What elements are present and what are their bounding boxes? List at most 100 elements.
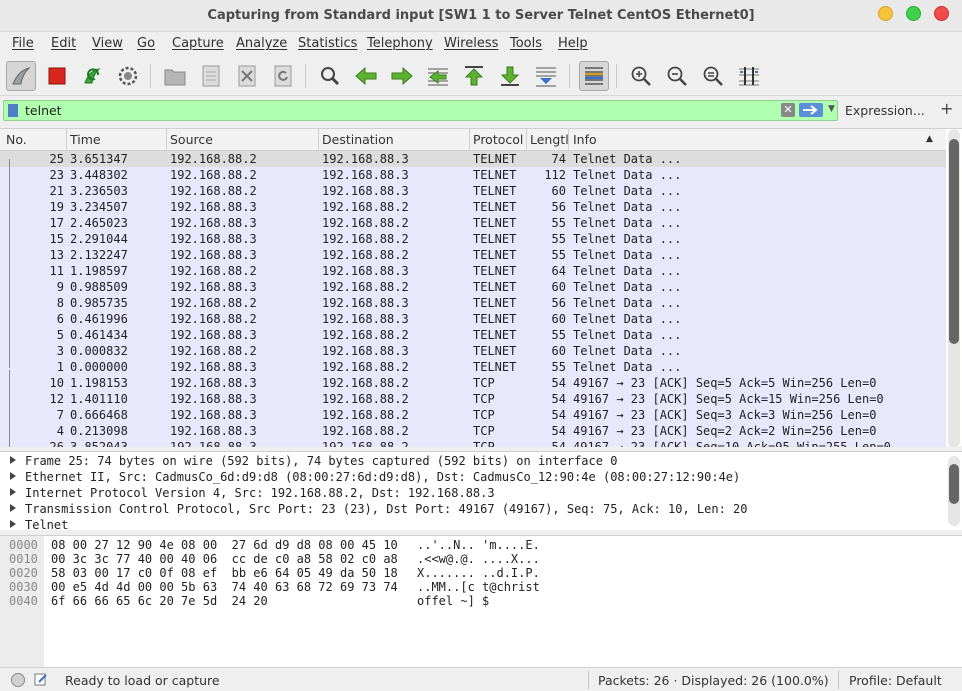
shark-fin-start-icon[interactable] bbox=[6, 61, 36, 91]
packet-row[interactable]: 23 3.448302 192.168.88.2 192.168.88.3 TELNET… bbox=[0, 167, 946, 183]
packet-row[interactable]: 12 1.401110 192.168.88.3 192.168.88.2 TCP 54 4… bbox=[0, 391, 946, 407]
profile-label[interactable]: Profile: Default bbox=[849, 673, 942, 688]
cell-time: 3.448302 bbox=[70, 168, 128, 182]
stop-capture-icon[interactable] bbox=[42, 61, 72, 91]
packet-list-scrollbar[interactable] bbox=[948, 129, 960, 447]
expand-arrow-icon[interactable] bbox=[10, 456, 16, 464]
column-destination[interactable]: Destination bbox=[322, 132, 394, 147]
selected-packet-row[interactable]: 25 3.651347 192.168.88.2 192.168.88.3 TELNET… bbox=[0, 151, 946, 167]
menu-edit[interactable]: Edit bbox=[51, 36, 76, 51]
bookmark-icon[interactable] bbox=[8, 104, 18, 117]
menu-tools[interactable]: Tools bbox=[510, 36, 542, 51]
go-last-icon[interactable] bbox=[495, 61, 525, 91]
cell-protocol: TELNET bbox=[473, 296, 517, 310]
close-file-icon[interactable] bbox=[232, 61, 262, 91]
details-scroll-thumb[interactable] bbox=[949, 464, 959, 504]
auto-scroll-icon[interactable] bbox=[531, 61, 561, 91]
byte-ascii[interactable]: offel ~] $ bbox=[417, 594, 489, 608]
byte-ascii[interactable]: ..'..N.. 'm....E. bbox=[417, 538, 540, 552]
find-packet-icon[interactable] bbox=[315, 61, 345, 91]
close-window-button[interactable] bbox=[934, 6, 949, 21]
expand-arrow-icon[interactable] bbox=[10, 520, 16, 528]
packet-row[interactable]: 10 1.198153 192.168.88.3 192.168.88.2 TCP 54 4… bbox=[0, 375, 946, 391]
menu-help[interactable]: Help bbox=[558, 36, 588, 51]
packet-row[interactable]: 15 2.291044 192.168.88.3 192.168.88.2 TELNET… bbox=[0, 231, 946, 247]
byte-hex[interactable]: 08 00 27 12 90 4e 08 00 27 6d d9 d8 08 0… bbox=[51, 538, 398, 552]
byte-ascii[interactable]: .<<w@.@. ....X... bbox=[417, 552, 540, 566]
column-length[interactable]: Lengtl bbox=[530, 132, 569, 147]
menu-telephony[interactable]: Telephony bbox=[367, 36, 433, 51]
column-source[interactable]: Source bbox=[170, 132, 213, 147]
byte-hex[interactable]: 00 3c 3c 77 40 00 40 06 cc de c0 a8 58 0… bbox=[51, 552, 398, 566]
expression-button[interactable]: Expression... bbox=[845, 103, 925, 118]
maximize-button[interactable] bbox=[906, 6, 921, 21]
expert-info-icon[interactable] bbox=[11, 673, 25, 687]
menu-analyze[interactable]: Analyze bbox=[236, 36, 287, 51]
packet-row[interactable]: 3 0.000832 192.168.88.2 192.168.88.3 TELNET 6… bbox=[0, 343, 946, 359]
go-back-icon[interactable] bbox=[351, 61, 381, 91]
cell-source: 192.168.88.3 bbox=[170, 280, 257, 294]
packet-row[interactable]: 21 3.236503 192.168.88.2 192.168.88.3 TELNET… bbox=[0, 183, 946, 199]
column-info[interactable]: Info bbox=[573, 132, 597, 147]
capture-options-icon[interactable] bbox=[113, 61, 143, 91]
details-scrollbar[interactable] bbox=[948, 456, 960, 526]
open-file-icon[interactable] bbox=[160, 61, 190, 91]
menu-file[interactable]: File bbox=[12, 36, 34, 51]
packet-row[interactable]: 7 0.666468 192.168.88.3 192.168.88.2 TCP 54 49… bbox=[0, 407, 946, 423]
go-forward-icon[interactable] bbox=[387, 61, 417, 91]
expand-arrow-icon[interactable] bbox=[10, 504, 16, 512]
packet-list-scroll-thumb[interactable] bbox=[949, 139, 959, 344]
byte-ascii[interactable]: ..MM..[c t@christ bbox=[417, 580, 540, 594]
cell-info: Telnet Data ... bbox=[573, 264, 682, 278]
packet-row[interactable]: 9 0.988509 192.168.88.3 192.168.88.2 TELNET 6… bbox=[0, 279, 946, 295]
cell-length: 64 bbox=[551, 264, 566, 278]
packet-row[interactable]: 13 2.132247 192.168.88.3 192.168.88.2 TELNET… bbox=[0, 247, 946, 263]
cell-source: 192.168.88.2 bbox=[170, 264, 257, 278]
packet-row[interactable]: 4 0.213098 192.168.88.3 192.168.88.2 TCP 54 49… bbox=[0, 423, 946, 439]
cell-source: 192.168.88.3 bbox=[170, 200, 257, 214]
expand-arrow-icon[interactable] bbox=[10, 488, 16, 496]
menu-go[interactable]: Go bbox=[137, 36, 155, 51]
column-time[interactable]: Time bbox=[70, 132, 101, 147]
resize-columns-icon[interactable] bbox=[734, 61, 764, 91]
zoom-out-icon[interactable] bbox=[662, 61, 692, 91]
packet-row[interactable]: 11 1.198597 192.168.88.2 192.168.88.3 TELNET… bbox=[0, 263, 946, 279]
go-first-icon[interactable] bbox=[459, 61, 489, 91]
reload-file-icon[interactable] bbox=[268, 61, 298, 91]
menu-wireless[interactable]: Wireless bbox=[444, 36, 498, 51]
sort-ascending-icon[interactable]: ▲ bbox=[926, 134, 933, 144]
packet-row[interactable]: 5 0.461434 192.168.88.3 192.168.88.2 TELNET 5… bbox=[0, 327, 946, 343]
packet-row[interactable]: 26 3.852043 192.168.88.3 192.168.88.2 TCP 54 4… bbox=[0, 439, 946, 447]
cell-no: 5 bbox=[56, 328, 64, 342]
packet-row[interactable]: 19 3.234507 192.168.88.3 192.168.88.2 TELNET… bbox=[0, 199, 946, 215]
restart-capture-icon[interactable] bbox=[77, 61, 107, 91]
filter-history-dropdown-icon[interactable]: ▼ bbox=[828, 104, 835, 114]
minimize-button[interactable] bbox=[878, 6, 893, 21]
byte-hex[interactable]: 58 03 00 17 c0 0f 08 ef bb e6 64 05 49 d… bbox=[51, 566, 398, 580]
save-file-icon[interactable] bbox=[196, 61, 226, 91]
packet-row[interactable]: 8 0.985735 192.168.88.2 192.168.88.3 TELNET 5… bbox=[0, 295, 946, 311]
apply-filter-icon[interactable] bbox=[799, 103, 823, 117]
menu-view[interactable]: View bbox=[92, 36, 123, 51]
zoom-normal-icon[interactable] bbox=[698, 61, 728, 91]
menu-capture[interactable]: Capture bbox=[172, 36, 224, 51]
packet-row[interactable]: 6 0.461996 192.168.88.2 192.168.88.3 TELNET 6… bbox=[0, 311, 946, 327]
byte-hex[interactable]: 00 e5 4d 4d 00 00 5b 63 74 40 63 68 72 6… bbox=[51, 580, 398, 594]
column-protocol[interactable]: Protocol bbox=[473, 132, 523, 147]
column-no[interactable]: No. bbox=[6, 132, 27, 147]
byte-hex[interactable]: 6f 66 66 65 6c 20 7e 5d 24 20 bbox=[51, 594, 268, 608]
cell-info: Telnet Data ... bbox=[573, 232, 682, 246]
clear-filter-icon[interactable]: ✕ bbox=[781, 103, 795, 117]
go-to-packet-icon[interactable] bbox=[423, 61, 453, 91]
display-filter-input[interactable] bbox=[25, 102, 775, 119]
menu-statistics[interactable]: Statistics bbox=[298, 36, 357, 51]
zoom-in-icon[interactable] bbox=[626, 61, 656, 91]
packet-row[interactable]: 17 2.465023 192.168.88.3 192.168.88.2 TELNET… bbox=[0, 215, 946, 231]
add-filter-button[interactable]: + bbox=[940, 99, 953, 118]
byte-ascii[interactable]: X....... ..d.I.P. bbox=[417, 566, 540, 580]
cell-length: 60 bbox=[551, 312, 566, 326]
packet-row[interactable]: 1 0.000000 192.168.88.3 192.168.88.2 TELNET 5… bbox=[0, 359, 946, 375]
expand-arrow-icon[interactable] bbox=[10, 472, 16, 480]
colorize-icon[interactable] bbox=[579, 61, 609, 91]
capture-comment-icon[interactable] bbox=[34, 672, 48, 686]
